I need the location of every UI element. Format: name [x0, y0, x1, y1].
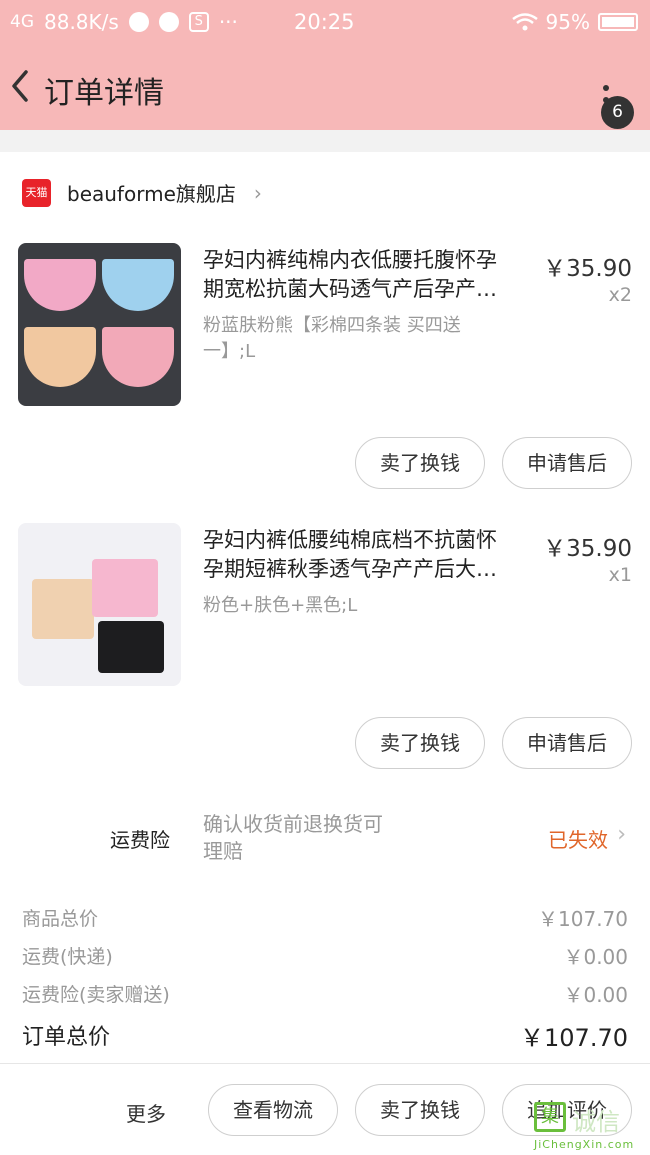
- chevron-right-icon[interactable]: ›: [617, 822, 626, 847]
- page-title: 订单详情: [44, 76, 164, 111]
- nav-bar: 订单详情 6: [0, 46, 650, 130]
- watermark-url: JiChengXin.com: [534, 1138, 635, 1151]
- product-price: ￥35.90: [543, 536, 632, 562]
- product-attr-line: 一】;L: [203, 341, 256, 362]
- product-title[interactable]: 孕妇内裤纯棉内衣低腰托腹怀孕 期宽松抗菌大码透气产后孕产…: [203, 246, 538, 304]
- battery-percent: 95%: [545, 10, 590, 34]
- status-bar: 4G 88.8K/s S ··· 20:25 95%: [0, 0, 650, 46]
- watermark-glyph: 集: [534, 1102, 566, 1132]
- resell-button[interactable]: 卖了换钱: [355, 717, 485, 769]
- shop-name[interactable]: beauforme旗舰店: [67, 178, 236, 207]
- product-quantity: x1: [608, 564, 632, 586]
- resell-button[interactable]: 卖了换钱: [355, 1084, 485, 1136]
- order-total-value: ￥107.70: [520, 1024, 628, 1052]
- view-logistics-button[interactable]: 查看物流: [208, 1084, 338, 1136]
- watermark-text: 诚信: [572, 1108, 620, 1136]
- product-title[interactable]: 孕妇内裤低腰纯棉底档不抗菌怀 孕期短裤秋季透气孕产产后大…: [203, 526, 538, 584]
- product-title-line: 孕妇内裤纯棉内衣低腰托腹怀孕: [203, 248, 497, 272]
- order-total-label: 订单总价: [22, 1025, 111, 1050]
- summary-label: 商品总价: [22, 908, 99, 930]
- product-price: ￥35.90: [543, 256, 632, 282]
- more-notifications-dots: ···: [218, 10, 238, 34]
- product-title-line: 期宽松抗菌大码透气产后孕产…: [203, 277, 497, 301]
- s-notification-icon: S: [188, 12, 209, 32]
- insurance-status[interactable]: 已失效: [548, 824, 608, 853]
- product-image[interactable]: [18, 243, 181, 406]
- product-quantity: x2: [608, 284, 632, 306]
- summary-value: ￥0.00: [563, 945, 628, 969]
- shop-header[interactable]: 天猫 beauforme旗舰店 ›: [22, 178, 262, 207]
- product-title-line: 孕期短裤秋季透气孕产产后大…: [203, 557, 497, 581]
- product-attributes: 粉色+肤色+黑色;L: [203, 593, 533, 619]
- clock: 20:25: [294, 10, 355, 34]
- chevron-right-icon: ›: [253, 180, 262, 205]
- battery-icon: [598, 13, 638, 31]
- product-attr-line: 粉色+肤色+黑色;L: [203, 595, 358, 616]
- summary-label: 运费(快递): [22, 946, 113, 968]
- after-sales-button[interactable]: 申请售后: [502, 717, 632, 769]
- video-notification-icon: [158, 12, 179, 32]
- app-notification-icon: [128, 12, 149, 32]
- back-arrow-icon[interactable]: [6, 66, 36, 106]
- section-divider: [0, 130, 650, 152]
- after-sales-button[interactable]: 申请售后: [502, 437, 632, 489]
- product-attr-line: 粉蓝肤粉熊【彩棉四条装 买四送: [203, 315, 461, 336]
- more-actions-button[interactable]: 更多: [126, 1098, 166, 1127]
- summary-value: ￥0.00: [563, 983, 628, 1007]
- product-image[interactable]: [18, 523, 181, 686]
- network-speed: 88.8K/s: [44, 10, 119, 34]
- network-indicator: 4G: [10, 12, 34, 32]
- wifi-icon: [511, 13, 538, 31]
- product-attributes: 粉蓝肤粉熊【彩棉四条装 买四送 一】;L: [203, 313, 533, 365]
- summary-value: ￥107.70: [538, 907, 628, 931]
- message-count-badge[interactable]: 6: [601, 96, 634, 129]
- insurance-description: 确认收货前退换货可 理赔: [203, 811, 428, 865]
- insurance-desc-line: 确认收货前退换货可: [203, 812, 383, 836]
- summary-label: 运费险(卖家赠送): [22, 984, 170, 1006]
- resell-button[interactable]: 卖了换钱: [355, 437, 485, 489]
- watermark-logo: 集 诚信 JiChengXin.com: [534, 1102, 650, 1155]
- tmall-logo: 天猫: [22, 178, 51, 207]
- insurance-desc-line: 理赔: [203, 839, 243, 863]
- insurance-label: 运费险: [110, 828, 170, 852]
- product-title-line: 孕妇内裤低腰纯棉底档不抗菌怀: [203, 528, 497, 552]
